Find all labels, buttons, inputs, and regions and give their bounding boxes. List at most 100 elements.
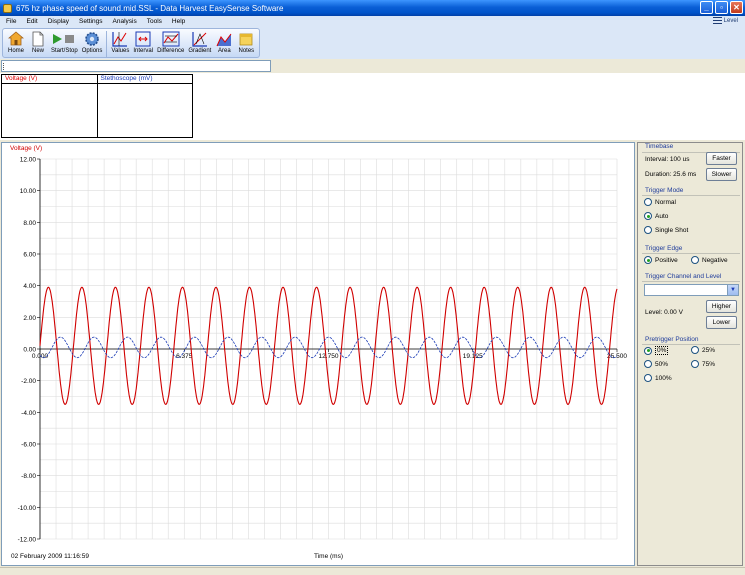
- level-button[interactable]: Level: [712, 17, 738, 24]
- meter-stethoscope-header: Stethoscope (mV): [97, 75, 192, 84]
- graph-panel[interactable]: 12.00 10.00 8.00 6.00 4.00 2.00 0.00 -2.00 -4.00…: [1, 142, 635, 566]
- y-tick-label: 2.00: [23, 315, 36, 322]
- menu-file[interactable]: File: [0, 18, 21, 25]
- group-divider: [642, 344, 740, 345]
- trigger-level: Level: 0.00 V: [645, 309, 683, 316]
- meter-voltage-header: Voltage (V): [2, 75, 97, 84]
- minimize-button[interactable]: _: [700, 1, 713, 14]
- pretrigger-100-label: 100%: [655, 374, 672, 382]
- menu-settings[interactable]: Settings: [74, 18, 108, 25]
- radio-selected-icon: [644, 256, 652, 264]
- radio-icon: [644, 198, 652, 206]
- start-stop-label: Start/Stop: [51, 48, 78, 54]
- notes-icon: [237, 30, 255, 47]
- timebase-interval: Interval: 100 us: [645, 156, 690, 163]
- chart-svg: 12.0010.008.006.004.002.000.00-2.00-4.00…: [10, 145, 627, 544]
- group-divider: [642, 195, 740, 196]
- interval-button[interactable]: Interval: [131, 30, 155, 58]
- window-controls: _ ▫ ✕: [700, 1, 743, 14]
- x-tick-label: 0.000: [32, 353, 49, 360]
- pretrigger-50[interactable]: 50%: [644, 360, 668, 368]
- radio-icon: [644, 226, 652, 234]
- menu-tools[interactable]: Tools: [142, 18, 167, 25]
- home-button[interactable]: Home: [5, 30, 27, 58]
- menu-help[interactable]: Help: [167, 18, 190, 25]
- app-icon: [3, 3, 12, 13]
- new-document-icon: [29, 30, 47, 47]
- toolbar-area: Home New Start/Stop Options Values Inter…: [0, 27, 745, 59]
- y-tick-label: 12.00: [20, 157, 37, 164]
- trigger-mode-single-shot-label: Single Shot: [655, 226, 689, 234]
- gradient-button[interactable]: Gradient: [186, 30, 213, 58]
- menu-edit[interactable]: Edit: [21, 18, 42, 25]
- faster-button[interactable]: Faster: [706, 152, 737, 165]
- meter-voltage: Voltage (V): [2, 75, 98, 137]
- y-tick-label: -2.00: [21, 378, 36, 385]
- y-tick-label: 6.00: [23, 252, 36, 259]
- start-stop-button[interactable]: Start/Stop: [49, 30, 80, 58]
- toolbar: Home New Start/Stop Options Values Inter…: [2, 28, 261, 58]
- notes-button[interactable]: Notes: [235, 30, 257, 58]
- status-bar: [0, 567, 745, 575]
- radio-icon: [691, 256, 699, 264]
- options-button[interactable]: Options: [80, 30, 105, 58]
- group-divider: [642, 281, 740, 282]
- x-tick-label: 19.125: [463, 353, 483, 360]
- difference-button[interactable]: Difference: [155, 30, 186, 58]
- maximize-button[interactable]: ▫: [715, 1, 728, 14]
- interval-label: Interval: [133, 48, 154, 54]
- x-tick-label: 25.500: [607, 353, 627, 360]
- area-label: Area: [217, 48, 231, 54]
- trigger-mode-single-shot[interactable]: Single Shot: [644, 226, 688, 234]
- meter-table: Voltage (V) Stethoscope (mV): [1, 74, 193, 138]
- pretrigger-75[interactable]: 75%: [691, 360, 715, 368]
- pretrigger-title: Pretrigger Position: [645, 336, 699, 343]
- trigger-mode-auto[interactable]: Auto: [644, 212, 668, 220]
- y-tick-label: -4.00: [21, 410, 36, 417]
- y-axis-label: Voltage (V): [10, 145, 42, 152]
- toolbar-separator: [106, 31, 108, 57]
- timebase-duration: Duration: 25.6 ms: [645, 171, 697, 178]
- y-tick-label: -12.00: [18, 537, 37, 544]
- y-tick-label: -10.00: [18, 505, 37, 512]
- pretrigger-25[interactable]: 25%: [691, 346, 715, 354]
- trigger-channel-select[interactable]: ▼: [644, 284, 739, 296]
- trigger-mode-normal-label: Normal: [655, 198, 676, 206]
- close-button[interactable]: ✕: [730, 1, 743, 14]
- graph-xlabel: Time (ms): [314, 553, 344, 560]
- lower-button[interactable]: Lower: [706, 316, 737, 329]
- menu-analysis[interactable]: Analysis: [108, 18, 142, 25]
- trigger-edge-positive-label: Positive: [655, 256, 678, 264]
- area-button[interactable]: Area: [213, 30, 235, 58]
- trigger-edge-title: Trigger Edge: [645, 245, 683, 252]
- values-button[interactable]: Values: [109, 30, 131, 58]
- trigger-edge-negative[interactable]: Negative: [691, 256, 728, 264]
- menu-bar: File Edit Display Settings Analysis Tool…: [0, 16, 745, 27]
- notes-label: Notes: [238, 48, 255, 54]
- gear-icon: [83, 30, 101, 47]
- meter-area: Voltage (V) Stethoscope (mV): [0, 73, 745, 140]
- graph-date: 02 February 2009 11:16:59: [11, 553, 89, 560]
- pretrigger-50-label: 50%: [655, 360, 669, 368]
- grip-handle[interactable]: [3, 63, 5, 70]
- trigger-mode-title: Trigger Mode: [645, 187, 684, 194]
- home-icon: [7, 30, 25, 47]
- pretrigger-100[interactable]: 100%: [644, 374, 672, 382]
- trigger-mode-normal[interactable]: Normal: [644, 198, 676, 206]
- radio-selected-icon: [644, 346, 652, 355]
- higher-button[interactable]: Higher: [706, 300, 737, 313]
- pretrigger-25-label: 25%: [702, 346, 716, 354]
- menu-display[interactable]: Display: [43, 18, 74, 25]
- values-label: Values: [111, 48, 130, 54]
- trigger-edge-positive[interactable]: Positive: [644, 256, 678, 264]
- pretrigger-0[interactable]: 0%: [644, 346, 669, 355]
- home-label: Home: [7, 48, 24, 54]
- radio-selected-icon: [644, 212, 652, 220]
- chevron-down-icon[interactable]: ▼: [727, 285, 738, 295]
- slower-button[interactable]: Slower: [706, 168, 737, 181]
- values-icon: [111, 30, 129, 47]
- new-button[interactable]: New: [27, 30, 49, 58]
- y-tick-label: -8.00: [21, 473, 36, 480]
- level-label: Level: [723, 17, 738, 24]
- radio-icon: [691, 346, 699, 354]
